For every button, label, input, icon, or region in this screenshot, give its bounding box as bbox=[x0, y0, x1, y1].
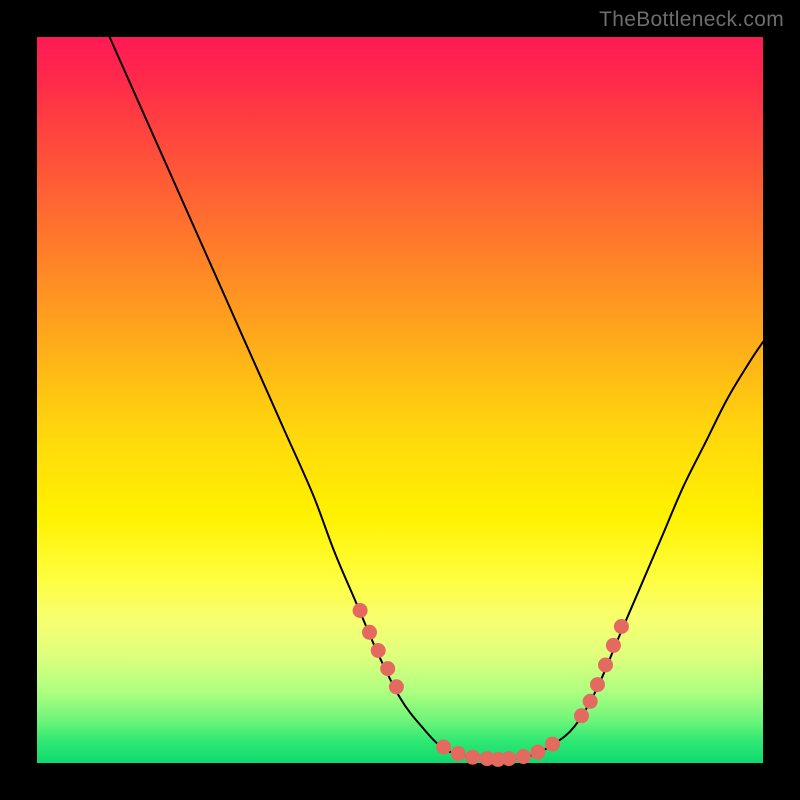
data-point bbox=[583, 694, 598, 709]
data-point bbox=[451, 746, 466, 761]
data-point bbox=[614, 619, 629, 634]
data-point bbox=[353, 603, 368, 618]
data-point bbox=[545, 737, 560, 752]
data-point bbox=[530, 745, 545, 760]
data-point bbox=[465, 750, 480, 765]
data-point bbox=[516, 749, 531, 764]
data-point bbox=[590, 677, 605, 692]
chart-svg bbox=[37, 37, 763, 763]
data-point bbox=[598, 658, 613, 673]
data-point bbox=[606, 638, 621, 653]
watermark-text: TheBottleneck.com bbox=[599, 8, 784, 32]
plot-area bbox=[37, 37, 763, 763]
data-point bbox=[362, 625, 377, 640]
data-point bbox=[501, 751, 516, 766]
bottleneck-curve bbox=[110, 37, 763, 760]
data-points-left bbox=[353, 603, 404, 694]
data-point bbox=[436, 740, 451, 755]
data-point bbox=[574, 708, 589, 723]
chart-stage: TheBottleneck.com bbox=[0, 0, 800, 800]
data-point bbox=[380, 661, 395, 676]
data-points-bottom bbox=[436, 737, 560, 767]
data-point bbox=[371, 643, 386, 658]
data-point bbox=[389, 679, 404, 694]
